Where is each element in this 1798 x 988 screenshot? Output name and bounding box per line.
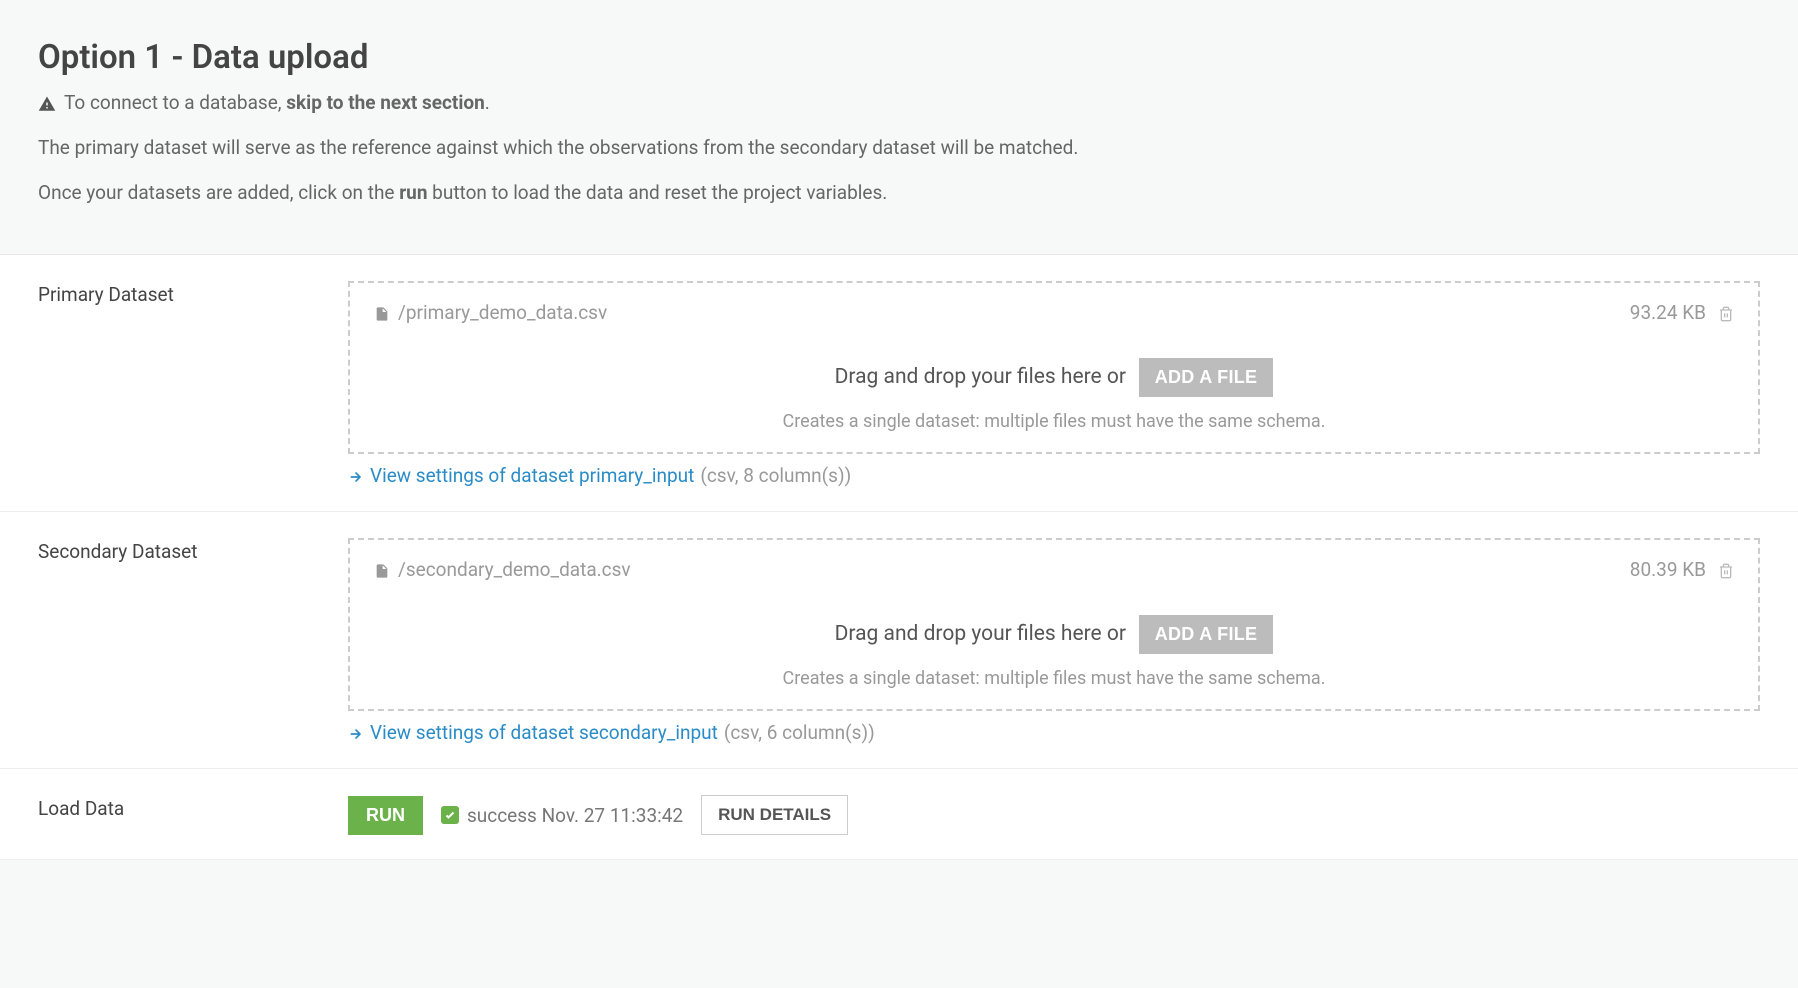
run-status: success Nov. 27 11:33:42	[441, 804, 683, 827]
load-label: Load Data	[38, 795, 348, 835]
primary-file-row: /primary_demo_data.csv 93.24 KB	[350, 283, 1758, 334]
warning-icon	[38, 91, 56, 114]
primary-filename: /primary_demo_data.csv	[398, 301, 607, 324]
file-icon	[374, 301, 390, 324]
page-title: Option 1 - Data upload	[38, 38, 1760, 77]
secondary-filename: /secondary_demo_data.csv	[398, 558, 631, 581]
file-icon	[374, 558, 390, 581]
secondary-dataset-row: Secondary Dataset /secondary_demo_data.c…	[0, 512, 1798, 769]
warning-suffix: .	[485, 91, 490, 114]
warning-prefix: To connect to a database,	[64, 91, 286, 114]
description-1: The primary dataset will serve as the re…	[38, 136, 1760, 159]
arrow-right-icon	[348, 721, 364, 744]
add-file-button[interactable]: ADD A FILE	[1139, 358, 1274, 397]
schema-note: Creates a single dataset: multiple files…	[350, 401, 1758, 452]
secondary-dropzone[interactable]: /secondary_demo_data.csv 80.39 KB Drag a…	[348, 538, 1760, 711]
warning-bold: skip to the next section	[286, 91, 485, 114]
primary-dataset-row: Primary Dataset /primary_demo_data.csv 9…	[0, 255, 1798, 512]
secondary-file-row: /secondary_demo_data.csv 80.39 KB	[350, 540, 1758, 591]
add-file-button[interactable]: ADD A FILE	[1139, 615, 1274, 654]
primary-view-settings: View settings of dataset primary_input (…	[348, 464, 1760, 487]
arrow-right-icon	[348, 464, 364, 487]
secondary-label: Secondary Dataset	[38, 538, 348, 744]
drop-text: Drag and drop your files here or	[835, 622, 1126, 646]
secondary-settings-link[interactable]: View settings of dataset secondary_input	[370, 721, 718, 744]
warning-line: To connect to a database, skip to the ne…	[38, 91, 1760, 114]
trash-icon[interactable]	[1718, 558, 1734, 581]
secondary-filesize: 80.39 KB	[1630, 558, 1706, 581]
primary-label: Primary Dataset	[38, 281, 348, 487]
primary-dropzone[interactable]: /primary_demo_data.csv 93.24 KB Drag and…	[348, 281, 1760, 454]
status-text: success Nov. 27 11:33:42	[467, 804, 683, 827]
primary-settings-meta: (csv, 8 column(s))	[700, 464, 851, 487]
check-icon	[441, 806, 459, 824]
description-2: Once your datasets are added, click on t…	[38, 181, 1760, 204]
primary-filesize: 93.24 KB	[1630, 301, 1706, 324]
run-details-button[interactable]: RUN DETAILS	[701, 795, 848, 835]
secondary-settings-meta: (csv, 6 column(s))	[724, 721, 875, 744]
header-section: Option 1 - Data upload To connect to a d…	[0, 0, 1798, 255]
load-data-row: Load Data RUN success Nov. 27 11:33:42 R…	[0, 769, 1798, 860]
drop-text: Drag and drop your files here or	[835, 365, 1126, 389]
primary-settings-link[interactable]: View settings of dataset primary_input	[370, 464, 694, 487]
secondary-view-settings: View settings of dataset secondary_input…	[348, 721, 1760, 744]
trash-icon[interactable]	[1718, 301, 1734, 324]
run-button[interactable]: RUN	[348, 796, 423, 835]
schema-note: Creates a single dataset: multiple files…	[350, 658, 1758, 709]
